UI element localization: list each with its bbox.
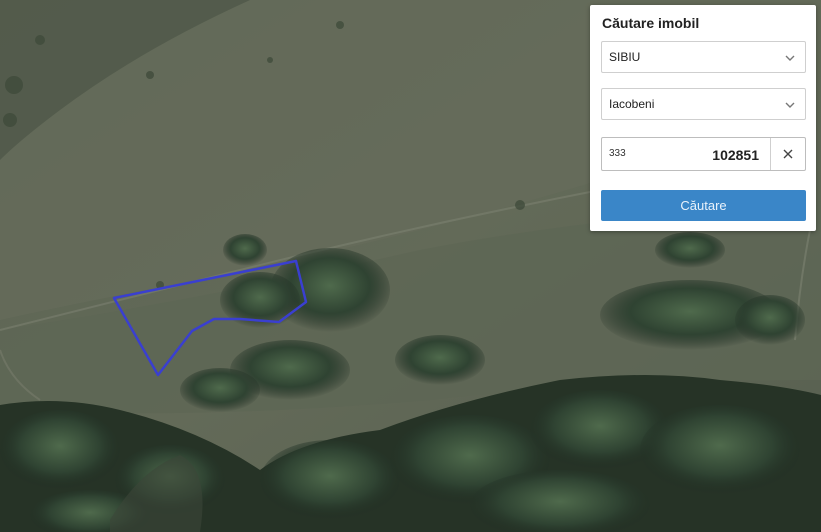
panel-title: Căutare imobil [602, 15, 700, 31]
clear-button[interactable] [771, 138, 805, 170]
county-select[interactable]: SIBIU [601, 41, 806, 73]
county-select-value: SIBIU [609, 50, 641, 64]
property-search-panel: Căutare imobil SIBIU Iacobeni 333 102851… [590, 5, 816, 231]
chevron-down-icon [785, 102, 795, 108]
cadastral-number-input[interactable]: 333 102851 [601, 137, 806, 171]
close-icon [783, 149, 793, 159]
search-button[interactable]: Căutare [601, 190, 806, 221]
id-prefix: 333 [609, 148, 626, 159]
locality-select-value: Iacobeni [609, 97, 655, 111]
locality-select[interactable]: Iacobeni [601, 88, 806, 120]
chevron-down-icon [785, 55, 795, 61]
cadastral-number-value: 102851 [712, 147, 759, 163]
